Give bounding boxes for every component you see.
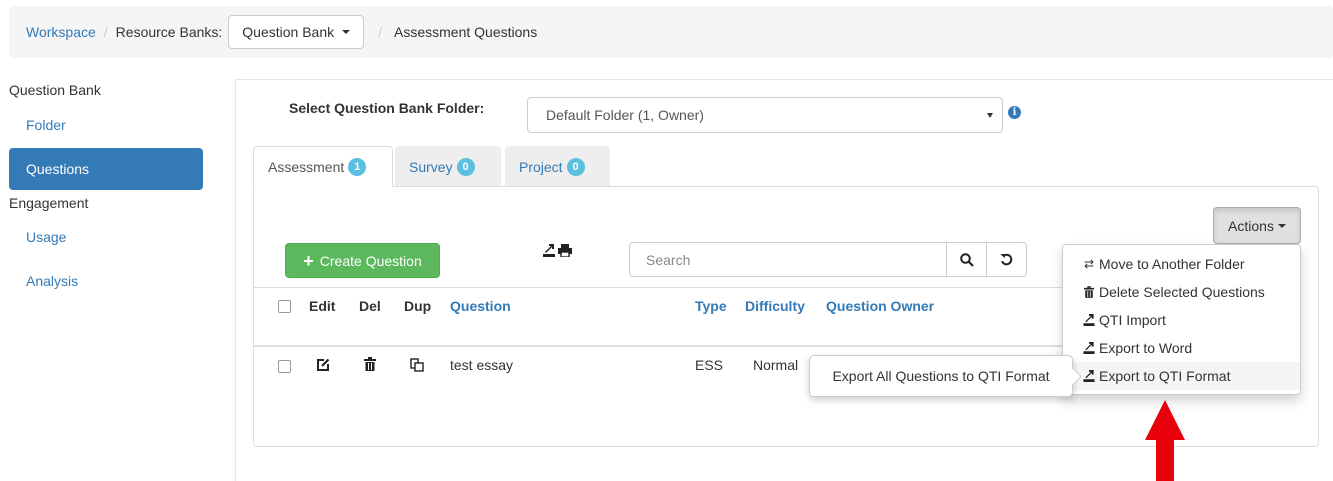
duplicate-icon[interactable] xyxy=(410,358,424,372)
breadcrumb-colon: : xyxy=(218,24,223,40)
create-question-label: Create Question xyxy=(319,252,422,269)
print-icon[interactable] xyxy=(558,244,572,257)
sidebar-item-analysis[interactable]: Analysis xyxy=(26,273,78,289)
plus-icon: + xyxy=(303,250,314,271)
menu-item-label: QTI Import xyxy=(1099,312,1166,328)
select-all-checkbox[interactable] xyxy=(278,300,291,313)
red-arrow-annotation xyxy=(1145,400,1185,481)
select-arrow-icon xyxy=(987,113,993,118)
actions-button[interactable]: Actions xyxy=(1213,207,1301,244)
export-icon xyxy=(1083,370,1095,382)
sidebar-item-questions[interactable]: Questions xyxy=(9,148,203,190)
reset-search-button[interactable] xyxy=(986,242,1027,277)
trash-icon xyxy=(1083,286,1095,298)
questions-table-header xyxy=(253,287,1063,347)
column-header-edit: Edit xyxy=(309,298,336,314)
content-top-border xyxy=(235,79,1333,80)
sidebar-item-usage[interactable]: Usage xyxy=(26,229,66,245)
sidebar-heading-engagement: Engagement xyxy=(9,195,89,211)
create-question-button[interactable]: + Create Question xyxy=(285,243,440,278)
search-group xyxy=(629,242,1027,277)
breadcrumb-workspace[interactable]: Workspace xyxy=(26,24,96,40)
search-input[interactable] xyxy=(629,242,947,277)
tab-label: Project xyxy=(519,158,563,175)
folder-select-label: Select Question Bank Folder: xyxy=(289,100,485,116)
menu-item-label: Export to QTI Format xyxy=(1099,368,1231,384)
toolbar-icons xyxy=(543,244,572,257)
edit-icon[interactable] xyxy=(316,358,330,372)
menu-item-label: Move to Another Folder xyxy=(1099,256,1245,272)
sidebar-heading-question-bank: Question Bank xyxy=(9,82,101,98)
import-icon xyxy=(1083,314,1095,326)
refresh-icon xyxy=(1000,253,1013,266)
caret-down-icon xyxy=(342,30,351,34)
breadcrumb-separator: / xyxy=(103,24,108,40)
menu-item-move-folder[interactable]: ⇄ Move to Another Folder xyxy=(1063,250,1300,278)
menu-item-delete-selected[interactable]: Delete Selected Questions xyxy=(1063,278,1300,306)
column-header-del: Del xyxy=(359,298,381,314)
export-qti-tooltip: Export All Questions to QTI Format xyxy=(809,355,1073,397)
menu-item-qti-import[interactable]: QTI Import xyxy=(1063,306,1300,334)
tab-label: Assessment xyxy=(268,158,345,175)
info-circle-icon[interactable]: i xyxy=(1008,106,1021,119)
search-button[interactable] xyxy=(946,242,987,277)
breadcrumb-separator: / xyxy=(378,24,383,40)
type-cell: ESS xyxy=(695,357,724,373)
folder-select[interactable]: Default Folder (1, Owner) xyxy=(527,97,1003,133)
menu-item-export-word[interactable]: Export to Word xyxy=(1063,334,1300,362)
caret-down-icon xyxy=(1277,223,1286,228)
trash-icon[interactable] xyxy=(364,357,376,371)
row-checkbox[interactable] xyxy=(278,360,291,373)
tab-survey[interactable]: Survey 0 xyxy=(395,146,501,187)
count-badge: 0 xyxy=(566,157,585,176)
actions-menu: ⇄ Move to Another Folder Delete Selected… xyxy=(1062,244,1301,395)
breadcrumb-resource-banks: Resource Banks xyxy=(115,24,219,40)
column-header-owner[interactable]: Question Owner xyxy=(826,298,934,314)
question-bank-dropdown-label: Question Bank xyxy=(242,24,335,40)
transfer-icon: ⇄ xyxy=(1083,257,1095,271)
sidebar-item-folder[interactable]: Folder xyxy=(26,117,66,133)
tab-project[interactable]: Project 0 xyxy=(505,146,610,187)
breadcrumb: Workspace / Resource Banks : Question Ba… xyxy=(9,6,1333,58)
difficulty-cell: Normal xyxy=(753,357,799,373)
folder-select-value: Default Folder (1, Owner) xyxy=(546,107,704,123)
export-icon xyxy=(1083,342,1095,354)
column-header-type[interactable]: Type xyxy=(695,298,727,314)
tooltip-text: Export All Questions to QTI Format xyxy=(832,368,1050,384)
question-bank-dropdown[interactable]: Question Bank xyxy=(228,15,365,49)
content-left-border xyxy=(235,80,236,481)
menu-item-export-qti[interactable]: Export to QTI Format xyxy=(1063,362,1300,390)
breadcrumb-current: Assessment Questions xyxy=(394,24,538,40)
search-icon xyxy=(959,252,974,267)
export-icon[interactable] xyxy=(543,244,555,257)
column-header-difficulty[interactable]: Difficulty xyxy=(745,298,805,314)
menu-item-label: Delete Selected Questions xyxy=(1099,284,1265,300)
actions-button-label: Actions xyxy=(1228,217,1274,234)
menu-item-label: Export to Word xyxy=(1099,340,1193,356)
column-header-question[interactable]: Question xyxy=(450,298,511,314)
question-cell: test essay xyxy=(450,357,514,373)
count-badge: 0 xyxy=(456,157,475,176)
column-header-dup: Dup xyxy=(404,298,432,314)
count-badge: 1 xyxy=(348,157,367,176)
tab-label: Survey xyxy=(409,158,453,175)
tab-assessment[interactable]: Assessment 1 xyxy=(253,146,393,187)
sidebar-item-label: Questions xyxy=(26,161,90,177)
